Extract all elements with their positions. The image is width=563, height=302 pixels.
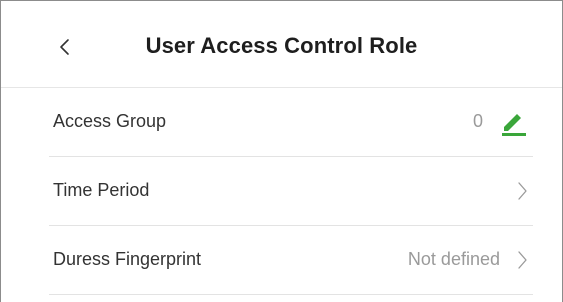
- duress-fingerprint-label: Duress Fingerprint: [53, 249, 202, 269]
- settings-screen: User Access Control Role Access Group 0 …: [0, 0, 563, 302]
- chevron-right-icon: [515, 180, 529, 202]
- duress-fingerprint-row[interactable]: Duress Fingerprint Not defined: [49, 226, 533, 295]
- duress-fingerprint-value: Not defined: [407, 249, 500, 269]
- access-group-value: 0: [472, 111, 483, 131]
- access-group-row[interactable]: Access Group 0: [49, 88, 533, 157]
- chevron-right-icon: [515, 249, 529, 271]
- time-period-label: Time Period: [53, 180, 150, 200]
- edit-pencil-icon[interactable]: [499, 107, 529, 137]
- access-group-label: Access Group: [53, 111, 167, 131]
- header-bar: User Access Control Role: [1, 1, 562, 88]
- time-period-row[interactable]: Time Period: [49, 157, 533, 226]
- page-title: User Access Control Role: [145, 33, 418, 58]
